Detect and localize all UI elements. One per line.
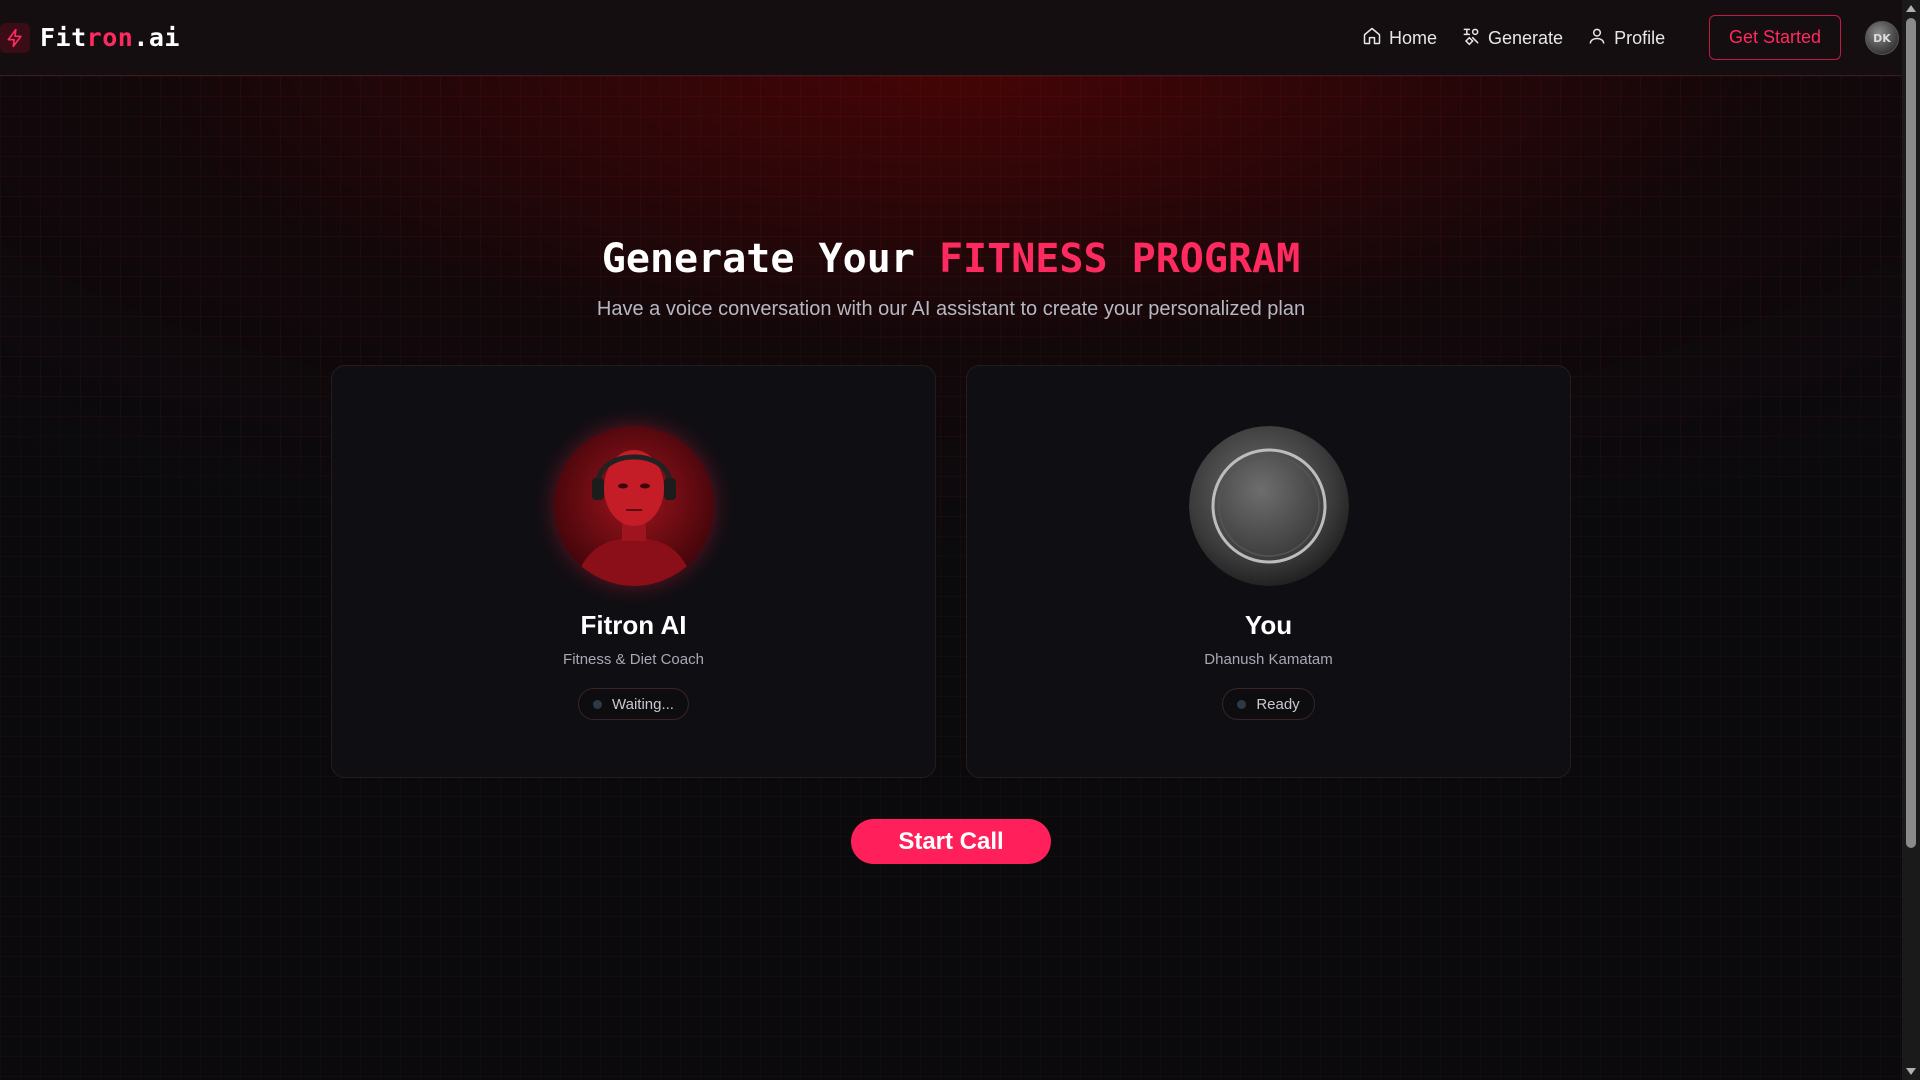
nav-profile-label: Profile <box>1614 27 1666 48</box>
brand[interactable]: Fitron.ai <box>0 22 180 53</box>
nav-home[interactable]: Home <box>1362 26 1437 51</box>
app-page: Fitron.ai Home Generate Profile Get Star… <box>0 0 1920 1080</box>
top-navbar: Fitron.ai Home Generate Profile Get Star… <box>0 0 1902 76</box>
user-icon <box>1587 26 1607 51</box>
scrollbar[interactable] <box>1902 0 1920 1080</box>
status-dot-icon <box>593 699 603 709</box>
assistant-status-label: Waiting... <box>612 695 674 713</box>
page-title: Generate Your FITNESS PROGRAM <box>601 236 1301 282</box>
start-call-button[interactable]: Start Call <box>851 819 1051 864</box>
get-started-button[interactable]: Get Started <box>1709 15 1841 60</box>
nav-profile[interactable]: Profile <box>1587 26 1665 51</box>
grid-background <box>0 76 1902 1080</box>
user-status-label: Ready <box>1256 695 1300 713</box>
avatar[interactable]: DK <box>1865 21 1899 55</box>
scroll-up-icon[interactable] <box>1906 5 1916 12</box>
brand-name: Fitron.ai <box>40 23 180 52</box>
page-subtitle: Have a voice conversation with our AI as… <box>596 298 1306 320</box>
nav-generate-label: Generate <box>1488 27 1564 48</box>
user-name: You <box>1244 610 1293 640</box>
user-status-badge: Ready <box>1222 688 1315 720</box>
assistant-role: Fitness & Diet Coach <box>563 651 704 668</box>
user-card: You Dhanush Kamatam Ready <box>966 365 1571 778</box>
nav-generate[interactable]: Generate <box>1461 26 1563 51</box>
nav-home-label: Home <box>1389 27 1438 48</box>
user-avatar <box>1188 426 1349 586</box>
generate-icon <box>1461 26 1481 51</box>
lightning-icon <box>0 22 30 53</box>
assistant-card: Fitron AI Fitness & Diet Coach Waiting..… <box>331 365 936 778</box>
scroll-down-icon[interactable] <box>1906 1068 1916 1075</box>
user-full-name: Dhanush Kamatam <box>1204 651 1333 668</box>
home-icon <box>1362 26 1382 51</box>
assistant-name: Fitron AI <box>580 610 687 640</box>
scroll-thumb[interactable] <box>1906 18 1916 848</box>
assistant-status-badge: Waiting... <box>578 688 689 720</box>
status-dot-icon <box>1237 699 1247 709</box>
nav-links: Home Generate Profile <box>1362 0 1665 76</box>
assistant-avatar <box>553 426 714 586</box>
